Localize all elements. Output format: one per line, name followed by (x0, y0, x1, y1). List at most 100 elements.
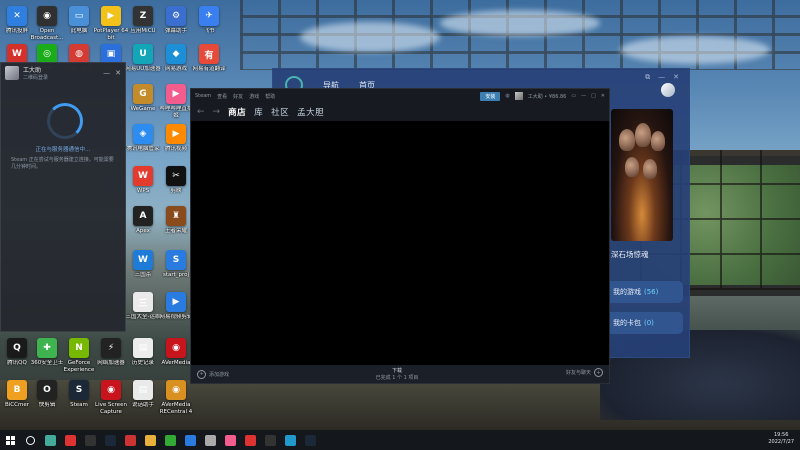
nav-library[interactable]: 库 (254, 106, 263, 118)
taskbar-obs-button[interactable] (80, 430, 100, 450)
menu-games[interactable]: 游戏 (249, 93, 259, 100)
start-button[interactable] (0, 430, 20, 450)
app-icon: N (69, 338, 89, 358)
account-label[interactable]: 工大助 • ¥86.86 (528, 93, 567, 100)
taskbar-qq-button[interactable] (280, 430, 300, 450)
taskbar-steam-button[interactable] (100, 430, 120, 450)
obs-icon (84, 434, 96, 446)
taskbar-user-button[interactable] (200, 430, 220, 450)
app-icon: ⚡ (101, 338, 121, 358)
steam-login-window: 工大助 二维码登录 — ✕ 正在与服务器通信中… Steam 正在尝试与服务器建… (0, 62, 126, 332)
taskbar-edge-button[interactable] (180, 430, 200, 450)
poster-figure (651, 131, 665, 151)
menu-steam[interactable]: Steam (195, 93, 211, 99)
steam-content-area (191, 121, 609, 367)
close-icon[interactable]: ✕ (115, 69, 121, 77)
app-icon: 三 (133, 292, 153, 312)
app-icon: ▤ (133, 380, 153, 400)
nav-store[interactable]: 商店 (228, 106, 246, 118)
taskbar-steam2-button[interactable] (300, 430, 320, 450)
app-icon: ▶ (101, 6, 121, 26)
desktop-icon[interactable]: ◉ AVerMedia RECentral 4 (157, 380, 195, 415)
game-poster[interactable] (611, 109, 673, 241)
taskbar-folder-button[interactable] (140, 430, 160, 450)
account-avatar[interactable] (514, 92, 523, 100)
minimize-icon[interactable]: — (103, 69, 110, 77)
taskbar-game-button[interactable] (260, 430, 280, 450)
taskbar-chrome-button[interactable] (60, 430, 80, 450)
login-header: 工大助 二维码登录 — ✕ (1, 63, 125, 83)
app-icon: ◆ (166, 44, 186, 64)
app-icon: ◎ (37, 44, 57, 64)
maximize-icon[interactable]: □ (591, 93, 596, 99)
menu-view[interactable]: 查看 (217, 93, 227, 100)
app-icon: U (133, 44, 153, 64)
my-games-count: (56) (644, 288, 659, 296)
download-title: 下载 (391, 368, 402, 374)
app-icon: W (133, 166, 153, 186)
downloads-status[interactable]: 下载 已完成 1 个 1 项目 (367, 367, 427, 381)
app-icon: ◉ (166, 380, 186, 400)
app-icon: ◉ (101, 380, 121, 400)
nav-user[interactable]: 孟大胆 (297, 106, 324, 118)
taskbar-search-button[interactable] (20, 430, 40, 450)
app-icon: ◈ (133, 124, 153, 144)
taskbar-bilibili-button[interactable] (220, 430, 240, 450)
friends-avatar[interactable] (661, 83, 675, 97)
app-icon: ▶ (166, 84, 186, 104)
app-icon: ♜ (166, 206, 186, 226)
login-hint: Steam 正在尝试与服务器建立连接。可能需要几分钟时间。 (11, 157, 114, 170)
wallpaper-cloud (440, 10, 600, 36)
forward-arrow-icon[interactable]: → (213, 107, 221, 117)
steam2-icon (304, 434, 316, 446)
clock-date: 2022/7/27 (768, 439, 794, 445)
app-icon: W (133, 250, 153, 270)
app-icon: Z (133, 6, 153, 26)
edge-icon (184, 434, 196, 446)
taskbar-wps2-button[interactable] (240, 430, 260, 450)
nav-community[interactable]: 社区 (271, 106, 289, 118)
add-game-button[interactable]: + 添加游戏 (191, 369, 229, 379)
app-icon: ⚙ (166, 6, 186, 26)
close-icon[interactable]: ✕ (601, 93, 605, 99)
login-username: 工大助 (23, 67, 42, 74)
wps-icon (124, 434, 136, 446)
my-games-button[interactable]: 我的游戏 (56) (603, 281, 683, 303)
desktop-icon[interactable]: ✈ 飞书 (190, 6, 228, 35)
taskbar-cortana-button[interactable] (40, 430, 60, 450)
app-icon: ✂ (166, 166, 186, 186)
friends-chat-button[interactable]: 好友与聊天 + (566, 368, 603, 377)
minimize-icon[interactable]: — (658, 73, 665, 82)
steam-navbar: ← → 商店 库 社区 孟大胆 (191, 103, 609, 121)
my-cards-button[interactable]: 我的卡包 (0) (603, 312, 683, 334)
plus-icon: + (197, 369, 206, 379)
notification-icon[interactable]: ◍ (505, 93, 509, 99)
close-icon[interactable]: ✕ (673, 73, 679, 82)
app-icon: ▣ (101, 44, 121, 64)
wallpaper-cloud (300, 22, 440, 52)
friends-chat-label: 好友与聊天 (565, 370, 591, 376)
app-icon: ▭ (69, 6, 89, 26)
steam-footer: + 添加游戏 下载 已完成 1 个 1 项目 好友与聊天 + (191, 365, 609, 383)
system-clock[interactable]: 19:56 2022/7/27 (768, 432, 794, 446)
desktop-icon[interactable]: 有网易有道翻译 (190, 44, 228, 73)
game-icon (264, 434, 276, 446)
install-button[interactable]: 安装 (480, 91, 501, 101)
menu-help[interactable]: 帮助 (265, 93, 275, 100)
steam-titlebar: Steam 查看 好友 游戏 帮助 安装 ◍ 工大助 • ¥86.86 ▭ — … (191, 89, 609, 103)
poster-figure (635, 123, 651, 147)
folder-icon (144, 434, 156, 446)
taskbar-xbox-button[interactable] (160, 430, 180, 450)
back-arrow-icon[interactable]: ← (197, 107, 205, 117)
taskbar-wps-button[interactable] (120, 430, 140, 450)
app-icon: A (133, 206, 153, 226)
my-games-label: 我的游戏 (613, 288, 641, 296)
bilibili-icon (224, 434, 236, 446)
desktop-icon-label: 飞书 (203, 28, 215, 34)
download-sub: 已完成 1 个 1 项目 (375, 375, 419, 381)
app-icon: ▤ (133, 338, 153, 358)
minimize-icon[interactable]: — (581, 93, 586, 99)
screen-icon[interactable]: ▭ (571, 93, 576, 99)
popout-icon[interactable]: ⧉ (645, 73, 650, 82)
menu-friends[interactable]: 好友 (233, 93, 243, 100)
